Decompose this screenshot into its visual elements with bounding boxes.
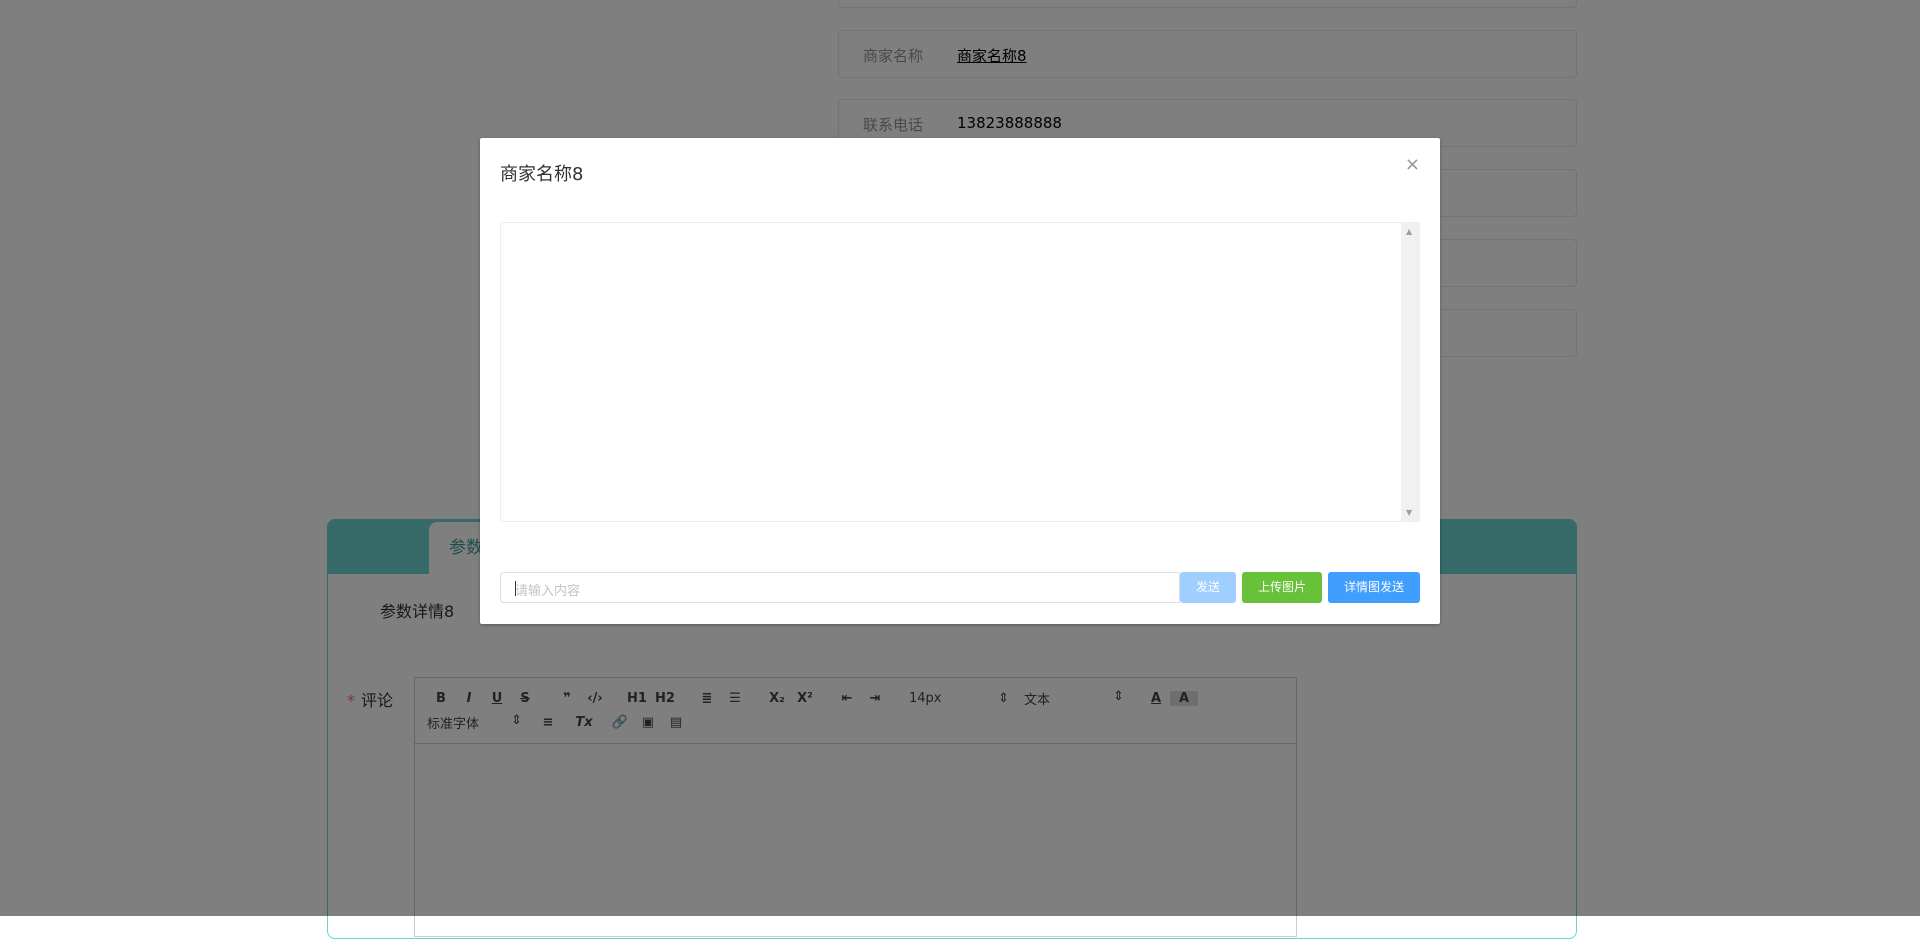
dialog-title: 商家名称8: [500, 164, 584, 185]
send-button[interactable]: 发送: [1180, 572, 1236, 603]
scrollbar[interactable]: ▲ ▼: [1401, 223, 1419, 521]
chat-dialog: 商家名称8 × ▲ ▼ 请输入内容 发送 上传图片 详情图发送: [480, 138, 1440, 624]
upload-image-button[interactable]: 上传图片: [1242, 572, 1322, 603]
scroll-down-icon[interactable]: ▼: [1406, 508, 1412, 517]
detail-image-send-button[interactable]: 详情图发送: [1328, 572, 1420, 603]
message-list: ▲ ▼: [500, 222, 1420, 522]
message-input[interactable]: 请输入内容: [500, 572, 1180, 603]
close-icon[interactable]: ×: [1405, 154, 1420, 175]
scroll-up-icon[interactable]: ▲: [1406, 227, 1412, 236]
